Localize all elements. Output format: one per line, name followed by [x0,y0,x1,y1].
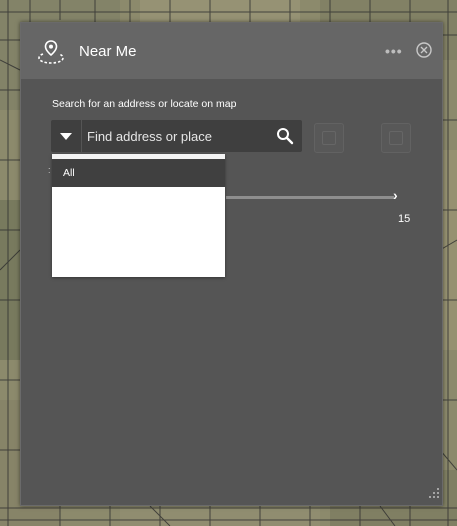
caret-down-icon [60,133,72,140]
buffer-value: 15 [398,213,411,225]
location-icon [322,131,336,145]
buffer-label-stub: : [48,165,51,175]
search-icon[interactable] [276,127,294,145]
buffer-slider-track[interactable] [226,196,394,199]
widget-title: Near Me [79,43,137,60]
near-me-widget-panel: Near Me ••• Search for an address or loc… [20,22,443,506]
dropdown-option-all[interactable]: All [52,159,225,187]
widget-header[interactable]: Near Me ••• [21,23,442,79]
clear-button[interactable] [381,123,411,153]
search-source-dropdown-toggle[interactable] [51,120,82,152]
close-icon[interactable] [415,41,433,59]
location-pin-icon [38,40,64,64]
dropdown-option-label: All [63,167,75,179]
search-input[interactable] [87,125,267,147]
clear-icon [389,131,403,145]
resize-handle-icon[interactable] [428,487,440,499]
search-box [51,120,302,152]
search-instructions: Search for an address or locate on map [52,98,237,110]
chevron-right-icon[interactable]: › [393,187,398,203]
location-button[interactable] [314,123,344,153]
more-icon[interactable]: ••• [385,43,403,59]
search-source-dropdown: All [52,154,225,277]
